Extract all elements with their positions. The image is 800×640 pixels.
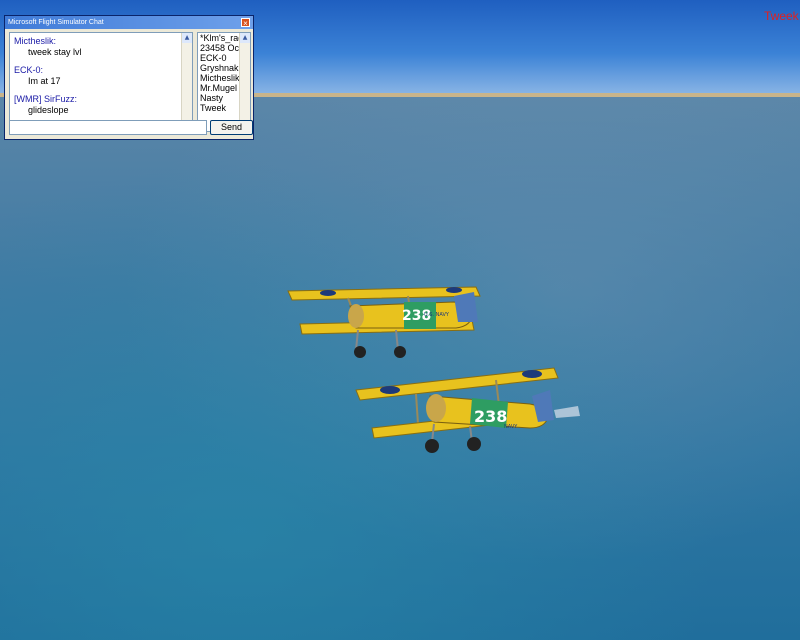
message-sender: ECK-0: xyxy=(14,65,44,75)
wheel xyxy=(467,437,481,451)
chat-message: ECK-0: Im at 17 xyxy=(10,65,192,86)
wheel xyxy=(394,346,406,358)
wheel xyxy=(425,439,439,453)
wing-roundel xyxy=(522,370,542,378)
wing-roundel xyxy=(380,386,400,394)
wing-roundel xyxy=(320,290,336,296)
message-sender: Mictheslik: xyxy=(14,36,57,46)
message-text: tweek stay lvl xyxy=(28,47,82,57)
aircraft-marking: NAVY xyxy=(504,424,518,430)
wheel xyxy=(354,346,366,358)
aircraft-marking: U.S. NAVY xyxy=(424,312,450,318)
chat-window: Microsoft Flight Simulator Chat × Micthe… xyxy=(4,15,254,140)
player-label: Tweek xyxy=(764,9,799,23)
message-list: Mictheslik: tweek stay lvl ECK-0: Im at … xyxy=(9,32,193,132)
engine-cowling xyxy=(348,304,364,328)
scroll-up-icon[interactable]: ▲ xyxy=(182,33,192,43)
wing-roundel xyxy=(446,287,462,293)
scroll-up-icon[interactable]: ▲ xyxy=(240,33,250,43)
chat-titlebar[interactable]: Microsoft Flight Simulator Chat × xyxy=(5,16,253,29)
message-scrollbar[interactable]: ▲ ▼ xyxy=(181,33,192,131)
biplane-near: 238 NAVY xyxy=(355,367,580,453)
chat-message: Mictheslik: tweek stay lvl xyxy=(10,36,192,57)
message-text: Im at 17 xyxy=(28,76,61,86)
message-sender: [WMR] SirFuzz: xyxy=(14,94,77,104)
tail-fin xyxy=(454,292,478,322)
propeller xyxy=(554,406,580,418)
user-scrollbar[interactable]: ▲ ▼ xyxy=(239,33,250,131)
user-list: *Klm's_rad 23458 Ocea ECK-0 Gryshnak Mic… xyxy=(197,32,251,132)
aircraft-number: 238 xyxy=(474,407,507,426)
engine-cowling xyxy=(426,394,446,422)
chat-message: [WMR] SirFuzz: glideslope xyxy=(10,94,192,115)
biplane-far: 238 U.S. NAVY xyxy=(287,286,481,358)
send-button[interactable]: Send xyxy=(210,120,253,135)
message-text: glideslope xyxy=(28,105,69,115)
chat-message-input[interactable] xyxy=(9,120,207,135)
chat-title: Microsoft Flight Simulator Chat xyxy=(8,19,104,26)
close-button[interactable]: × xyxy=(241,18,250,28)
